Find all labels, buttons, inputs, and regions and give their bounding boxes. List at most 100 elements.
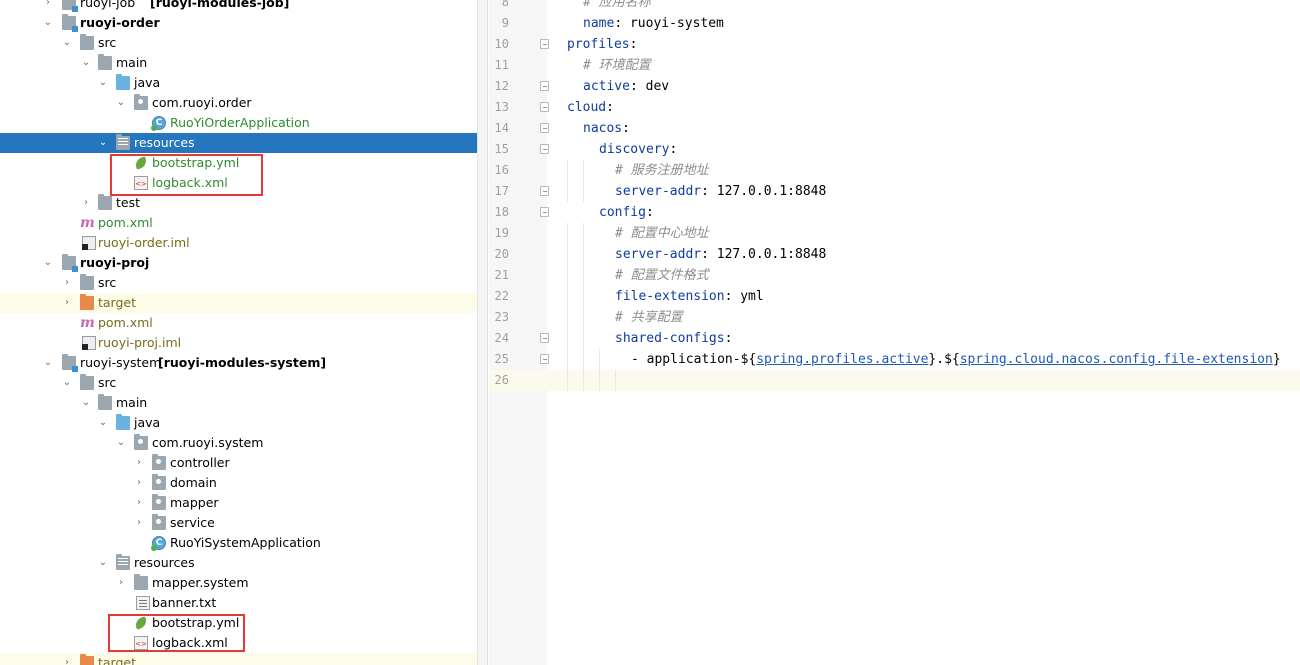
yaml-key: cloud [567, 100, 607, 115]
code-line[interactable]: 12 active: dev [489, 76, 1300, 97]
chevron-down-icon[interactable]: ⌄ [42, 353, 54, 373]
tree-row-main[interactable]: ⌄ main [0, 53, 477, 73]
code-line[interactable]: 13 cloud: [489, 97, 1300, 118]
tree-row-resources-selected[interactable]: ⌄ resources [0, 133, 477, 153]
fold-marker-icon[interactable] [540, 102, 549, 112]
code-line[interactable]: 19 # 配置中心地址 [489, 223, 1300, 244]
tree-row-banner-txt[interactable]: banner.txt [0, 593, 477, 613]
tree-item-label: main [116, 55, 148, 70]
code-editor[interactable]: 8 # 应用名称 9 name: ruoyi-system 10 profiles: 11 #… [489, 0, 1300, 665]
fold-marker-icon[interactable] [540, 207, 549, 217]
code-line[interactable]: 11 # 环境配置 [489, 55, 1300, 76]
code-line[interactable]: 17 server-addr: 127.0.0.1:8848 [489, 181, 1300, 202]
code-line[interactable]: 24 shared-configs: [489, 328, 1300, 349]
tree-item-label: ruoyi-order.iml [98, 235, 190, 250]
tree-row-ruoyi-proj[interactable]: ⌄ ruoyi-proj [0, 253, 477, 273]
tree-row-bootstrap-yml[interactable]: bootstrap.yml [0, 613, 477, 633]
code-line[interactable]: 16 # 服务注册地址 [489, 160, 1300, 181]
code-line[interactable]: 21 # 配置文件格式 [489, 265, 1300, 286]
fold-marker-icon[interactable] [540, 186, 549, 196]
package-icon [134, 94, 148, 110]
tree-row-test[interactable]: › test [0, 193, 477, 213]
code-line[interactable]: 23 # 共享配置 [489, 307, 1300, 328]
tree-row-java[interactable]: ⌄ java [0, 73, 477, 93]
chevron-down-icon[interactable]: ⌄ [80, 393, 92, 413]
xml-file-icon [134, 636, 148, 650]
chevron-right-icon[interactable]: › [133, 513, 145, 533]
tree-row-pom[interactable]: m pom.xml [0, 213, 477, 233]
chevron-down-icon[interactable]: ⌄ [42, 13, 54, 33]
tree-row-resources[interactable]: ⌄ resources [0, 553, 477, 573]
fold-marker-icon[interactable] [540, 39, 549, 49]
tree-row-logback-xml[interactable]: logback.xml [0, 633, 477, 653]
tree-row-src[interactable]: › src [0, 273, 477, 293]
chevron-right-icon[interactable]: › [42, 0, 54, 13]
tree-row-iml[interactable]: ruoyi-order.iml [0, 233, 477, 253]
tree-row-ruoyi-order[interactable]: ⌄ ruoyi-order [0, 13, 477, 33]
chevron-right-icon[interactable]: › [133, 453, 145, 473]
tree-row-domain[interactable]: › domain [0, 473, 477, 493]
tree-row-controller[interactable]: › controller [0, 453, 477, 473]
tree-row-class[interactable]: C RuoYiSystemApplication [0, 533, 477, 553]
property-reference[interactable]: spring.profiles.active [756, 352, 928, 367]
tree-row-mapper[interactable]: › mapper [0, 493, 477, 513]
code-line[interactable]: 10 profiles: [489, 34, 1300, 55]
fold-marker-icon[interactable] [540, 333, 549, 343]
chevron-right-icon[interactable]: › [115, 573, 127, 593]
chevron-right-icon[interactable]: › [133, 493, 145, 513]
code-line[interactable]: 15 discovery: [489, 139, 1300, 160]
fold-marker-icon[interactable] [540, 81, 549, 91]
tree-row-target[interactable]: › target [0, 653, 477, 665]
chevron-down-icon[interactable]: ⌄ [97, 553, 109, 573]
java-class-icon: C [151, 116, 166, 131]
code-line[interactable]: 14 nacos: [489, 118, 1300, 139]
code-text: server-addr: 127.0.0.1:8848 [615, 181, 826, 202]
tree-row-java[interactable]: ⌄ java [0, 413, 477, 433]
chevron-down-icon[interactable]: ⌄ [61, 33, 73, 53]
code-line[interactable]: 26 [489, 370, 1300, 391]
tree-row-bootstrap-yml[interactable]: bootstrap.yml [0, 153, 477, 173]
chevron-right-icon[interactable]: › [61, 653, 73, 665]
tree-row-pom[interactable]: m pom.xml [0, 313, 477, 333]
code-line[interactable]: 8 # 应用名称 [489, 0, 1300, 13]
chevron-right-icon[interactable]: › [61, 273, 73, 293]
chevron-right-icon[interactable]: › [133, 473, 145, 493]
yaml-value: }.${ [928, 352, 960, 367]
chevron-down-icon[interactable]: ⌄ [80, 53, 92, 73]
chevron-right-icon[interactable]: › [80, 193, 92, 213]
fold-marker-icon[interactable] [540, 354, 549, 364]
tree-row-package[interactable]: ⌄ com.ruoyi.order [0, 93, 477, 113]
tree-row-class[interactable]: C RuoYiOrderApplication [0, 113, 477, 133]
code-line[interactable]: 9 name: ruoyi-system [489, 13, 1300, 34]
chevron-down-icon[interactable]: ⌄ [61, 373, 73, 393]
chevron-down-icon[interactable]: ⌄ [97, 133, 109, 153]
code-line[interactable]: 18 config: [489, 202, 1300, 223]
chevron-down-icon[interactable]: ⌄ [115, 93, 127, 113]
chevron-right-icon[interactable]: › [61, 293, 73, 313]
tree-row-package[interactable]: ⌄ com.ruoyi.system [0, 433, 477, 453]
chevron-down-icon[interactable]: ⌄ [115, 433, 127, 453]
iml-file-icon [82, 236, 96, 250]
tree-item-label: RuoYiOrderApplication [170, 115, 310, 130]
code-line[interactable]: 22 file-extension: yml [489, 286, 1300, 307]
fold-marker-icon[interactable] [540, 123, 549, 133]
tree-row-ruoyi-system[interactable]: ⌄ ruoyi-system [ruoyi-modules-system] [0, 353, 477, 373]
xml-file-icon [134, 176, 148, 190]
tree-row-src[interactable]: ⌄ src [0, 373, 477, 393]
chevron-down-icon[interactable]: ⌄ [97, 413, 109, 433]
tree-row-ruoyi-job[interactable]: › ruoyi-job [ruoyi-modules-job] [0, 0, 477, 13]
tree-row-main[interactable]: ⌄ main [0, 393, 477, 413]
property-reference[interactable]: spring.cloud.nacos.config.file-extension [960, 352, 1273, 367]
code-line[interactable]: 25 - application-${spring.profiles.active… [489, 349, 1300, 370]
chevron-down-icon[interactable]: ⌄ [97, 73, 109, 93]
tree-row-mapper-system[interactable]: › mapper.system [0, 573, 477, 593]
tree-row-src[interactable]: ⌄ src [0, 33, 477, 53]
tree-row-iml[interactable]: ruoyi-proj.iml [0, 333, 477, 353]
tree-row-logback-xml[interactable]: logback.xml [0, 173, 477, 193]
tree-scrollbar[interactable] [478, 0, 488, 665]
tree-row-service[interactable]: › service [0, 513, 477, 533]
code-line[interactable]: 20 server-addr: 127.0.0.1:8848 [489, 244, 1300, 265]
fold-marker-icon[interactable] [540, 144, 549, 154]
chevron-down-icon[interactable]: ⌄ [42, 253, 54, 273]
tree-row-target[interactable]: › target [0, 293, 477, 313]
